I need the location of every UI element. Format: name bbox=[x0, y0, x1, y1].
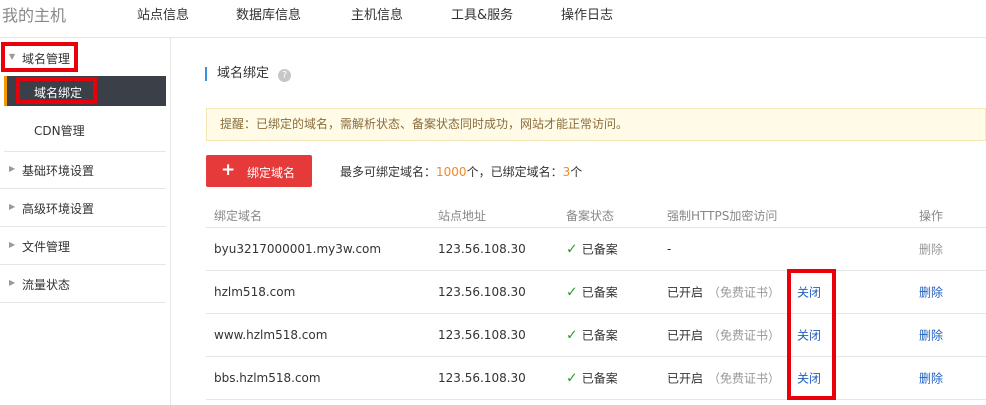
row-cert-type: （免费证书） bbox=[708, 371, 781, 386]
row-icp-text: 已备案 bbox=[581, 285, 618, 300]
table-row: byu3217000001.my3w.com 123.56.108.30 ✓ 已备… bbox=[206, 228, 986, 271]
help-icon[interactable]: ? bbox=[278, 69, 291, 82]
row-icp-text: 已备案 bbox=[581, 242, 618, 257]
caret-right-icon: ▶ bbox=[9, 164, 16, 173]
sidebar-group-basic-env[interactable]: ▶ 基础环境设置 bbox=[0, 151, 166, 189]
table-row: www.hzlm518.com 123.56.108.30 ✓ 已备案 已开启 （… bbox=[206, 314, 986, 357]
sidebar-group-advanced-env[interactable]: ▶ 高级环境设置 bbox=[0, 189, 166, 227]
row-domain: www.hzlm518.com bbox=[214, 328, 328, 342]
row-https-status: 已开启 bbox=[667, 285, 704, 300]
header-site-address: 站点地址 bbox=[438, 209, 487, 223]
row-icp-status: ✓ 已备案 bbox=[566, 241, 618, 258]
table-header: 绑定域名 站点地址 备案状态 强制HTTPS加密访问 操作 bbox=[206, 203, 986, 228]
sidebar-group-file-manage[interactable]: ▶ 文件管理 bbox=[0, 227, 166, 265]
page-title: 域名绑定 bbox=[205, 67, 269, 81]
sidebar-group-label: 文件管理 bbox=[22, 240, 71, 254]
row-icp-status: ✓ 已备案 bbox=[566, 327, 618, 344]
delete-link[interactable]: 删除 bbox=[919, 284, 943, 301]
stats-max-value: 1000 bbox=[436, 165, 467, 179]
domain-table: 绑定域名 站点地址 备案状态 强制HTTPS加密访问 操作 byu3217000… bbox=[206, 203, 986, 400]
sidebar-group-traffic[interactable]: ▶ 流量状态 bbox=[0, 265, 166, 303]
row-https-status: 已开启 bbox=[667, 371, 704, 386]
check-icon: ✓ bbox=[566, 370, 578, 387]
highlight-box-close-links bbox=[787, 269, 836, 400]
row-ip: 123.56.108.30 bbox=[438, 371, 526, 385]
row-domain: byu3217000001.my3w.com bbox=[214, 242, 382, 256]
active-accent-bar bbox=[4, 76, 7, 106]
highlight-box-domain-bind bbox=[16, 77, 97, 104]
binding-stats: 最多可绑定域名：1000个，已绑定域名：3个 bbox=[340, 163, 582, 180]
row-domain: bbs.hzlm518.com bbox=[214, 371, 321, 385]
main-content: 域名绑定 ? 提醒：已绑定的域名，需解析状态、备案状态同时成功，网站才能正常访问… bbox=[171, 38, 986, 405]
brand-title: 我的主机 bbox=[2, 6, 67, 25]
row-ip: 123.56.108.30 bbox=[438, 285, 526, 299]
nav-operation-log[interactable]: 操作日志 bbox=[561, 4, 613, 23]
sidebar-item-cdn[interactable]: CDN管理 bbox=[34, 122, 85, 139]
row-ip: 123.56.108.30 bbox=[438, 242, 526, 256]
check-icon: ✓ bbox=[566, 241, 578, 258]
stats-max-label: 最多可绑定域名： bbox=[340, 165, 437, 179]
row-icp-status: ✓ 已备案 bbox=[566, 284, 618, 301]
bind-domain-button[interactable]: + 绑定域名 bbox=[206, 155, 312, 187]
delete-link[interactable]: 删除 bbox=[919, 327, 943, 344]
caret-right-icon: ▶ bbox=[9, 240, 16, 249]
row-https-status: - bbox=[667, 242, 672, 256]
caret-right-icon: ▶ bbox=[9, 278, 16, 287]
sidebar: ▼ 域名管理 域名绑定 CDN管理 ▶ 基础环境设置 ▶ 高级环境设置 ▶ 文件… bbox=[0, 38, 171, 405]
row-icp-text: 已备案 bbox=[581, 328, 618, 343]
nav-host-info[interactable]: 主机信息 bbox=[351, 4, 403, 23]
header-force-https: 强制HTTPS加密访问 bbox=[667, 209, 778, 223]
header-domain: 绑定域名 bbox=[214, 209, 263, 223]
row-icp-status: ✓ 已备案 bbox=[566, 370, 618, 387]
table-row: bbs.hzlm518.com 123.56.108.30 ✓ 已备案 已开启 （… bbox=[206, 357, 986, 400]
delete-link: 删除 bbox=[919, 242, 944, 257]
bind-domain-button-label: 绑定域名 bbox=[247, 166, 296, 180]
nav-database-info[interactable]: 数据库信息 bbox=[236, 4, 301, 23]
sidebar-group-label: 高级环境设置 bbox=[22, 202, 95, 216]
row-https-status: 已开启 bbox=[667, 328, 704, 343]
delete-link[interactable]: 删除 bbox=[919, 370, 943, 387]
stats-unit-2: 个 bbox=[570, 165, 583, 179]
sidebar-group-label: 基础环境设置 bbox=[22, 164, 95, 178]
check-icon: ✓ bbox=[566, 284, 578, 301]
check-icon: ✓ bbox=[566, 327, 578, 344]
header-actions: 操作 bbox=[919, 209, 944, 223]
stats-unit-1: 个，已绑定域名： bbox=[466, 165, 563, 179]
top-navbar: 我的主机 站点信息 数据库信息 主机信息 工具&服务 操作日志 bbox=[0, 0, 986, 38]
row-cert-type: （免费证书） bbox=[708, 285, 781, 300]
highlight-box-domain-group bbox=[1, 42, 78, 72]
row-icp-text: 已备案 bbox=[581, 371, 618, 386]
nav-tools-services[interactable]: 工具&服务 bbox=[451, 4, 513, 23]
plus-icon: + bbox=[221, 160, 236, 180]
row-domain: hzlm518.com bbox=[214, 285, 296, 299]
row-cert-type: （免费证书） bbox=[708, 328, 781, 343]
table-row: hzlm518.com 123.56.108.30 ✓ 已备案 已开启 （免费证书… bbox=[206, 271, 986, 314]
sidebar-group-label: 流量状态 bbox=[22, 278, 71, 292]
nav-site-info[interactable]: 站点信息 bbox=[137, 4, 189, 23]
caret-right-icon: ▶ bbox=[9, 202, 16, 211]
row-ip: 123.56.108.30 bbox=[438, 328, 526, 342]
header-icp-status: 备案状态 bbox=[566, 209, 615, 223]
notice-banner: 提醒：已绑定的域名，需解析状态、备案状态同时成功，网站才能正常访问。 bbox=[206, 108, 986, 141]
